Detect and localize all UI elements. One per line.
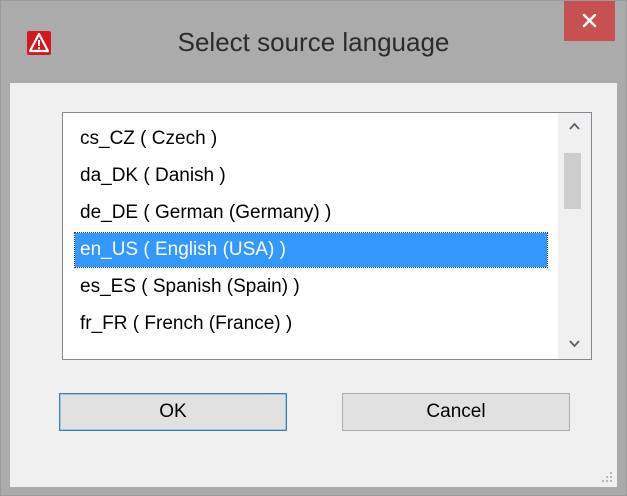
list-item[interactable]: es_ES ( Spanish (Spain) ) <box>75 270 547 304</box>
scroll-down-button[interactable] <box>558 331 591 359</box>
scrollbar-thumb[interactable] <box>564 153 581 209</box>
dialog-content: cs_CZ ( Czech ) da_DK ( Danish ) de_DE ( G… <box>10 83 617 487</box>
list-item[interactable]: en_US ( English (USA) ) <box>74 232 548 268</box>
vertical-scrollbar[interactable] <box>558 113 591 359</box>
cancel-button[interactable]: Cancel <box>342 393 570 431</box>
resize-grip-icon[interactable] <box>599 469 613 483</box>
title-bar[interactable]: Select source language <box>1 1 626 83</box>
close-button[interactable] <box>564 1 615 41</box>
list-item[interactable]: fr_FR ( French (France) ) <box>75 307 547 341</box>
scroll-up-button[interactable] <box>558 113 591 141</box>
list-item[interactable]: de_DE ( German (Germany) ) <box>75 196 547 230</box>
chevron-down-icon <box>569 340 580 348</box>
list-item[interactable]: da_DK ( Danish ) <box>75 159 547 193</box>
dialog-window: Select source language cs_CZ ( Czech ) da… <box>0 0 627 496</box>
warning-app-icon <box>27 31 51 55</box>
ok-button[interactable]: OK <box>59 393 287 431</box>
dialog-title: Select source language <box>177 27 450 57</box>
chevron-up-icon <box>569 122 580 130</box>
close-icon <box>582 14 597 28</box>
list-item[interactable]: cs_CZ ( Czech ) <box>75 122 547 156</box>
language-listbox[interactable]: cs_CZ ( Czech ) da_DK ( Danish ) de_DE ( G… <box>62 112 592 360</box>
